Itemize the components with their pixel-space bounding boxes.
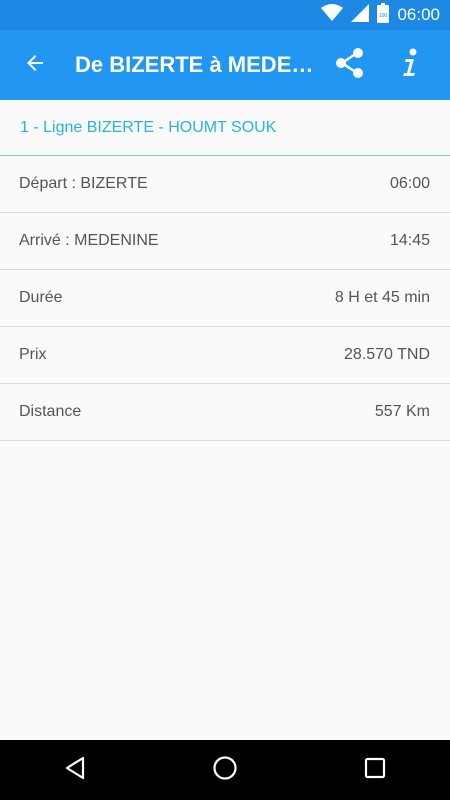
detail-row-prix: Prix 28.570 TND <box>0 327 450 384</box>
line-label: 1 - Ligne BIZERTE - HOUMT SOUK <box>20 118 277 136</box>
share-icon <box>335 47 365 84</box>
signal-icon <box>351 3 370 27</box>
status-icons: 100 <box>321 2 390 28</box>
trip-details: 1 - Ligne BIZERTE - HOUMT SOUK Départ : … <box>0 100 450 740</box>
nav-back-button[interactable] <box>45 740 105 800</box>
detail-label: Départ : BIZERTE <box>19 175 148 192</box>
back-arrow-icon <box>23 51 47 80</box>
detail-row-duree: Durée 8 H et 45 min <box>0 270 450 327</box>
detail-value: 557 Km <box>374 403 430 420</box>
line-header[interactable]: 1 - Ligne BIZERTE - HOUMT SOUK <box>0 100 450 156</box>
battery-level: 100 <box>379 13 388 19</box>
recents-square-icon <box>364 757 386 784</box>
detail-row-arrive: Arrivé : MEDENINE 14:45 <box>0 213 450 270</box>
detail-value: 8 H et 45 min <box>334 289 430 306</box>
detail-row-distance: Distance 557 Km <box>0 384 450 441</box>
detail-value: 28.570 TND <box>344 346 430 363</box>
status-bar: 100 06:00 <box>0 0 450 30</box>
app-toolbar: De BIZERTE à MEDENINE <box>0 30 450 100</box>
detail-value: 06:00 <box>389 175 430 192</box>
detail-label: Durée <box>19 289 63 306</box>
nav-home-button[interactable] <box>195 740 255 800</box>
home-circle-icon <box>212 755 238 786</box>
info-icon <box>400 48 420 83</box>
share-button[interactable] <box>320 30 380 100</box>
battery-icon: 100 <box>377 2 390 28</box>
system-nav-bar <box>0 740 450 800</box>
status-time: 06:00 <box>397 5 440 24</box>
detail-label: Distance <box>19 403 82 420</box>
back-triangle-icon <box>64 756 86 785</box>
back-button[interactable] <box>0 30 70 100</box>
wifi-icon <box>321 3 344 27</box>
nav-recents-button[interactable] <box>345 740 405 800</box>
page-title: De BIZERTE à MEDENINE <box>75 52 320 77</box>
detail-value: 14:45 <box>389 232 430 249</box>
detail-row-depart: Départ : BIZERTE 06:00 <box>0 156 450 213</box>
info-button[interactable] <box>380 30 440 100</box>
detail-label: Arrivé : MEDENINE <box>19 232 159 249</box>
detail-label: Prix <box>19 346 47 363</box>
